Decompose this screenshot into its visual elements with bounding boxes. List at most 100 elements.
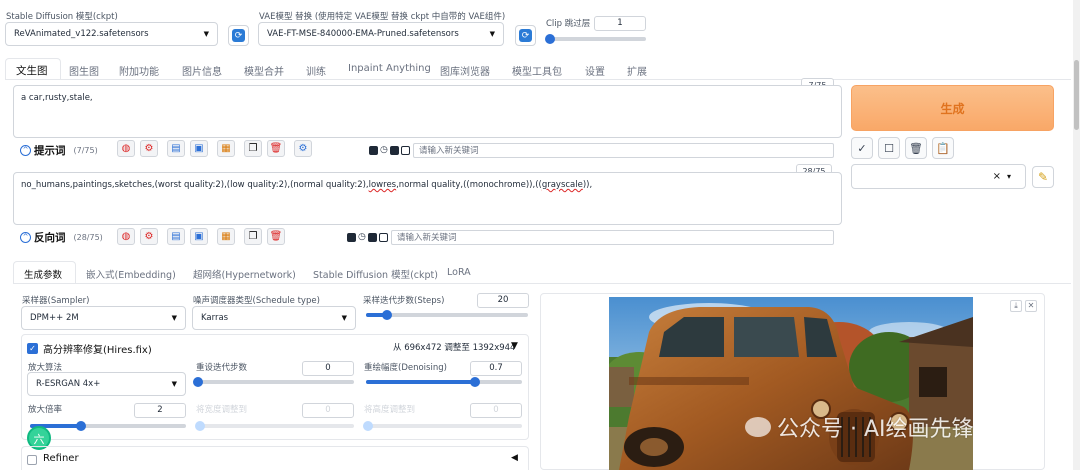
style-select[interactable]: × ▾: [851, 164, 1026, 189]
bookmark-icon[interactable]: ▣: [190, 228, 208, 245]
prompt-keyword-input[interactable]: 请输入新关键词: [413, 143, 834, 158]
scale-input[interactable]: 2: [134, 403, 186, 418]
panel-icon[interactable]: [400, 145, 410, 155]
scale-slider[interactable]: [30, 421, 186, 431]
steps-slider[interactable]: [366, 310, 528, 320]
tab-img2img[interactable]: 图生图: [69, 63, 99, 78]
tab-png-info[interactable]: 图片信息: [182, 63, 222, 78]
trash-icon[interactable]: 🗑: [267, 228, 285, 245]
resize-height-slider[interactable]: [363, 421, 522, 431]
clipboard-icon[interactable]: ❐: [244, 140, 262, 157]
clipboard-icon[interactable]: 📋: [932, 137, 954, 159]
gear-icon[interactable]: ⚙: [140, 140, 158, 157]
resize-height-label: 将高度调整到: [364, 405, 416, 415]
timer-icon[interactable]: ◷: [380, 145, 388, 155]
timer-icon[interactable]: ◷: [358, 232, 366, 242]
generated-image[interactable]: [609, 297, 973, 470]
tab-image-browser[interactable]: 图库浏览器: [440, 63, 490, 78]
trash-icon[interactable]: 🗑: [267, 140, 285, 157]
watermark-text: 公众号 · AI绘画先锋: [777, 417, 974, 442]
resize-height-input[interactable]: 0: [470, 403, 522, 418]
checkbox-icon[interactable]: [347, 232, 356, 242]
tab-model-toolkit[interactable]: 模型工具包: [512, 63, 562, 78]
tab-extensions[interactable]: 扩展: [627, 63, 647, 78]
clipboard-icon[interactable]: ❐: [244, 228, 262, 245]
hr-steps-slider[interactable]: [193, 377, 354, 387]
page-scrollbar[interactable]: [1073, 0, 1080, 470]
collapse-icon[interactable]: ▼: [511, 341, 518, 351]
subtab-checkpoint[interactable]: Stable Diffusion 模型(ckpt): [313, 267, 438, 281]
scale-label: 放大倍率: [28, 405, 63, 415]
export-icon[interactable]: ▦: [217, 140, 235, 157]
edit-pencil-icon[interactable]: ✎: [1032, 166, 1054, 188]
slider-knob[interactable]: [363, 421, 373, 431]
hr-steps-label: 重设迭代步数: [196, 363, 248, 373]
download-icon[interactable]: ⤓: [1010, 300, 1022, 312]
sampler-label: 采样器(Sampler): [22, 296, 90, 306]
denoise-label: 重绘幅度(Denoising): [364, 363, 447, 373]
trash-icon[interactable]: 🗑: [905, 137, 927, 159]
slider-knob[interactable]: [382, 310, 393, 320]
scrollbar-thumb[interactable]: [1074, 60, 1079, 130]
square-icon[interactable]: ☐: [878, 137, 900, 159]
tab-extras[interactable]: 附加功能: [119, 63, 159, 78]
generate-button[interactable]: 生成: [851, 85, 1054, 131]
prompt-textarea[interactable]: a car,rusty,stale,: [13, 85, 842, 138]
vae-label: VAE模型 替换 (使用特定 VAE模型 替换 ckpt 中自带的 VAE组件): [259, 12, 506, 22]
sampler-select[interactable]: DPM++ 2M ▼: [21, 306, 186, 330]
ckpt-select[interactable]: ReVAnimated_v122.safetensors ▼: [5, 22, 218, 46]
checkbox-icon[interactable]: [369, 145, 378, 155]
clip-skip-label: Clip 跳过层: [546, 19, 591, 29]
resize-width-slider[interactable]: [195, 421, 354, 431]
copy-in-icon[interactable]: ▤: [167, 140, 185, 157]
subtab-lora[interactable]: LoRA: [447, 267, 471, 278]
refiner-checkbox[interactable]: [27, 455, 37, 465]
negative-toggle[interactable]: ^ 反向词 (28/75): [20, 230, 103, 245]
hr-steps-input[interactable]: 0: [302, 361, 354, 376]
panel-icon[interactable]: [378, 232, 388, 242]
upscaler-select[interactable]: R-ESRGAN 4x+ ▼: [27, 372, 186, 396]
slider-knob[interactable]: [195, 421, 205, 431]
checkbox-icon[interactable]: [389, 145, 399, 155]
check-icon[interactable]: ✓: [851, 137, 873, 159]
export-icon[interactable]: ▦: [217, 228, 235, 245]
translate-icon[interactable]: ◍: [117, 228, 135, 245]
slider-knob[interactable]: [193, 377, 203, 387]
denoise-slider[interactable]: [366, 377, 522, 387]
clip-skip-input[interactable]: 1: [594, 16, 646, 31]
subtab-generation[interactable]: 生成参数: [13, 261, 76, 284]
watermark: 公众号 · AI绘画先锋: [745, 411, 974, 443]
tab-settings[interactable]: 设置: [585, 63, 605, 78]
close-icon[interactable]: ✕: [1025, 300, 1037, 312]
tab-txt2img[interactable]: 文生图: [5, 58, 61, 80]
copy-in-icon[interactable]: ▤: [167, 228, 185, 245]
resize-width-label: 将宽度调整到: [196, 405, 248, 415]
bookmark-icon[interactable]: ▣: [190, 140, 208, 157]
chevron-up-icon: ^: [20, 232, 31, 243]
refresh-ckpt-button[interactable]: ⟳: [228, 25, 249, 46]
hires-checkbox[interactable]: ✓: [27, 343, 38, 354]
schedule-select[interactable]: Karras ▼: [192, 306, 356, 330]
denoise-input[interactable]: 0.7: [470, 361, 522, 376]
vae-select[interactable]: VAE-FT-MSE-840000-EMA-Pruned.safetensors…: [258, 22, 504, 46]
prompt-toggle[interactable]: ^ 提示词 (7/75): [20, 143, 98, 158]
resize-width-input[interactable]: 0: [302, 403, 354, 418]
tab-inpaint-anything[interactable]: Inpaint Anything: [348, 63, 431, 74]
steps-input[interactable]: 20: [477, 293, 529, 308]
tab-checkpoint-merger[interactable]: 模型合并: [244, 63, 284, 78]
refresh-vae-button[interactable]: ⟳: [515, 25, 536, 46]
subtab-hypernetwork[interactable]: 超网络(Hypernetwork): [193, 267, 296, 281]
subtab-embedding[interactable]: 嵌入式(Embedding): [86, 267, 176, 281]
gear-icon[interactable]: ⚙: [140, 228, 158, 245]
chevron-down-icon: ▼: [341, 314, 347, 322]
expand-icon[interactable]: ◀: [511, 453, 518, 463]
negative-keyword-input[interactable]: 请输入新关键词: [391, 230, 834, 245]
negative-prompt-textarea[interactable]: no_humans,paintings,sketches,(worst qual…: [13, 172, 842, 225]
tab-train[interactable]: 训练: [306, 63, 326, 78]
translate-icon[interactable]: ◍: [117, 140, 135, 157]
checkbox-icon[interactable]: [367, 232, 377, 242]
clear-icon[interactable]: ×: [993, 171, 1001, 182]
slider-knob[interactable]: [545, 34, 555, 44]
settings-icon[interactable]: ⚙: [294, 140, 312, 157]
clip-skip-slider[interactable]: [545, 34, 646, 44]
